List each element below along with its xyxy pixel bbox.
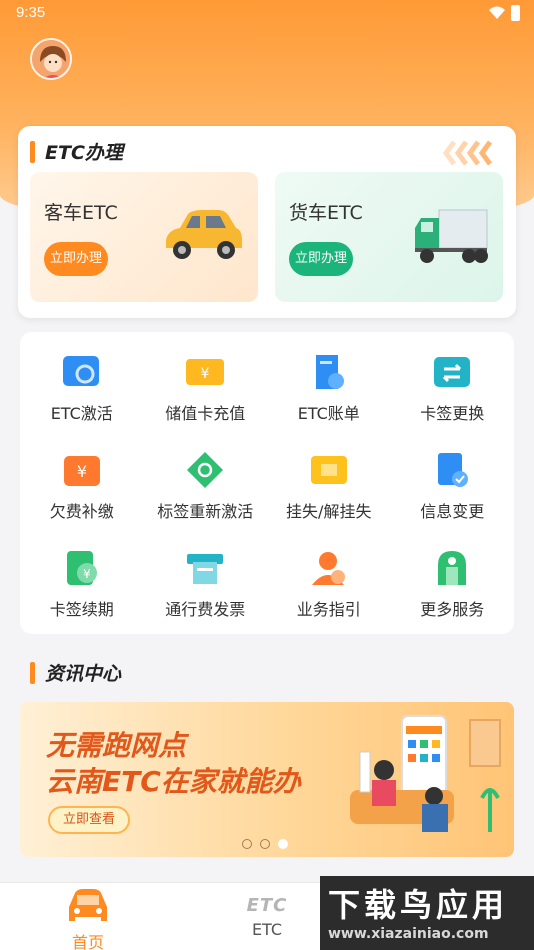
etc-card: ETC办理 客车ETC 立即办理 货车ETC 立即办理 <box>18 126 516 318</box>
service-label: 标签重新激活 <box>157 502 254 521</box>
service-label: 信息变更 <box>420 502 485 521</box>
title-accent-bar <box>30 661 35 684</box>
car-apply-button[interactable]: 立即办理 <box>44 242 108 276</box>
services-card: ETC激活 ¥ 储值卡充值 ETC账单 卡签更换 ¥ 欠费补缴 标签重新激活 挂… <box>20 332 514 634</box>
yen-card-icon: ¥ <box>183 350 227 394</box>
pagination-dot-active[interactable] <box>278 839 288 849</box>
status-bar: 9:35 <box>0 0 534 28</box>
service-label: 挂失/解挂失 <box>286 502 372 521</box>
etc-title-text: ETC办理 <box>45 142 123 164</box>
etc-logo-icon: ETC <box>246 895 288 916</box>
service-tag-reactivate[interactable]: 标签重新激活 <box>144 442 268 522</box>
truck-etc-label: 货车ETC <box>289 202 363 224</box>
svg-text:¥: ¥ <box>77 462 87 481</box>
chevrons-decoration-icon <box>442 140 494 166</box>
etc-section-title: ETC办理 <box>30 138 123 165</box>
service-label: 业务指引 <box>296 600 361 619</box>
tag-refresh-icon <box>183 448 227 492</box>
watermark-overlay: 下载鸟应用 www.xiazainiao.com <box>320 876 534 950</box>
nav-home[interactable]: 首页 <box>18 883 158 950</box>
lock-card-icon <box>307 448 351 492</box>
service-guide[interactable]: 业务指引 <box>267 540 391 620</box>
service-toll-invoice[interactable]: 通行费发票 <box>144 540 268 620</box>
nav-etc-label: ETC <box>251 920 283 939</box>
nav-home-label: 首页 <box>71 933 104 950</box>
yen-wallet-icon: ¥ <box>60 448 104 492</box>
banner-headline-2: 云南ETC在家就能办 <box>46 765 301 798</box>
service-card-renewal[interactable]: ¥ 卡签续期 <box>20 540 144 620</box>
service-more[interactable]: 更多服务 <box>391 540 515 620</box>
banner-headline-1: 无需跑网点 <box>46 729 187 762</box>
watermark-url: www.xiazainiao.com <box>328 926 489 942</box>
service-etc-bill[interactable]: ETC账单 <box>267 344 391 424</box>
service-label: 欠费补缴 <box>49 502 114 521</box>
guide-person-icon <box>307 546 351 590</box>
service-label: 卡签更换 <box>420 404 485 423</box>
watermark-title: 下载鸟应用 <box>328 886 509 924</box>
user-avatar[interactable] <box>30 38 72 80</box>
status-time: 9:35 <box>16 4 46 21</box>
service-label: 卡签续期 <box>49 600 114 619</box>
status-icons <box>489 5 520 21</box>
swap-card-icon <box>430 350 474 394</box>
service-etc-activate[interactable]: ETC激活 <box>20 344 144 424</box>
news-title-text: 资讯中心 <box>45 663 122 685</box>
card-refresh-icon <box>60 350 104 394</box>
services-grid: ETC激活 ¥ 储值卡充值 ETC账单 卡签更换 ¥ 欠费补缴 标签重新激活 挂… <box>20 344 514 620</box>
wifi-icon <box>489 6 505 19</box>
service-report-loss[interactable]: 挂失/解挂失 <box>267 442 391 522</box>
banner-illustration <box>350 715 501 832</box>
truck-apply-button[interactable]: 立即办理 <box>289 242 353 276</box>
svg-text:¥: ¥ <box>201 366 210 382</box>
more-services-icon <box>430 546 474 590</box>
svg-text:¥: ¥ <box>83 567 91 581</box>
service-info-change[interactable]: 信息变更 <box>391 442 515 522</box>
service-label: 通行费发票 <box>165 600 246 619</box>
yen-renew-icon: ¥ <box>60 546 104 590</box>
nav-etc[interactable]: ETC ETC <box>197 883 337 939</box>
bill-icon <box>307 350 351 394</box>
promo-banner[interactable]: 无需跑网点 云南ETC在家就能办 立即查看 <box>20 702 514 857</box>
car-etc-panel[interactable]: 客车ETC 立即办理 <box>30 172 258 302</box>
document-check-icon <box>430 448 474 492</box>
battery-icon <box>511 5 520 21</box>
service-label: 储值卡充值 <box>165 404 246 423</box>
home-car-icon <box>69 889 107 921</box>
invoice-printer-icon <box>183 546 227 590</box>
pagination-dot[interactable] <box>260 839 270 849</box>
banner-view-button[interactable]: 立即查看 <box>48 806 130 834</box>
service-card-recharge[interactable]: ¥ 储值卡充值 <box>144 344 268 424</box>
service-card-replace[interactable]: 卡签更换 <box>391 344 515 424</box>
service-arrears-payment[interactable]: ¥ 欠费补缴 <box>20 442 144 522</box>
car-icon <box>166 210 242 259</box>
truck-icon <box>415 209 488 263</box>
banner-pagination <box>242 839 288 849</box>
service-label: ETC激活 <box>50 404 113 423</box>
pagination-dot[interactable] <box>242 839 252 849</box>
title-accent-bar <box>30 140 35 163</box>
car-etc-label: 客车ETC <box>44 202 118 224</box>
service-label: 更多服务 <box>420 600 485 619</box>
news-section-title: 资讯中心 <box>30 659 121 686</box>
service-label: ETC账单 <box>297 404 360 423</box>
truck-etc-panel[interactable]: 货车ETC 立即办理 <box>275 172 503 302</box>
